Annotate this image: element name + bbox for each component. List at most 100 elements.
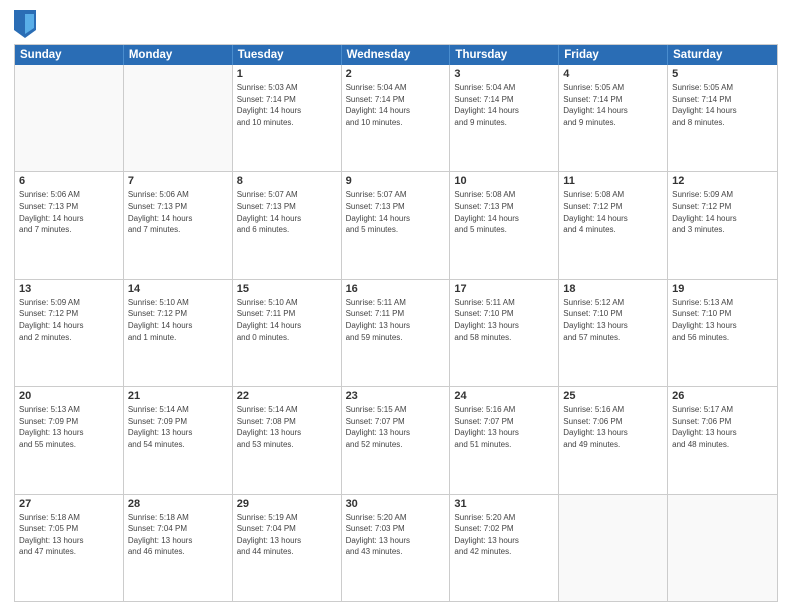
day-number: 31 bbox=[454, 498, 554, 510]
cal-cell-week4-day0: 20Sunrise: 5:13 AM Sunset: 7:09 PM Dayli… bbox=[15, 387, 124, 493]
cal-week-2: 6 Sunrise: 5:06 AM Sunset: 7:13 PM Daylig… bbox=[15, 172, 777, 279]
cal-week-3: 13 Sunrise: 5:09 AM Sunset: 7:12 PM Dayli… bbox=[15, 280, 777, 387]
cal-cell-week3-day3: 16Sunrise: 5:11 AM Sunset: 7:11 PM Dayli… bbox=[342, 280, 451, 386]
day-number: 10 bbox=[454, 175, 554, 187]
cal-cell-week1-day5: 4 Sunrise: 5:05 AM Sunset: 7:14 PM Daylig… bbox=[559, 65, 668, 171]
day-number: 15 bbox=[237, 283, 337, 295]
cal-week-5: 27Sunrise: 5:18 AM Sunset: 7:05 PM Dayli… bbox=[15, 495, 777, 601]
day-number: 23 bbox=[346, 390, 446, 402]
cal-cell-week5-day4: 31 Sunrise: 5:20 AM Sunset: 7:02 PM Dayli… bbox=[450, 495, 559, 601]
cal-cell-week1-day0 bbox=[15, 65, 124, 171]
cal-cell-week4-day2: 22 Sunrise: 5:14 AM Sunset: 7:08 PM Dayli… bbox=[233, 387, 342, 493]
day-info: Sunrise: 5:15 AM Sunset: 7:07 PM Dayligh… bbox=[346, 404, 446, 450]
cal-cell-week3-day6: 19 Sunrise: 5:13 AM Sunset: 7:10 PM Dayli… bbox=[668, 280, 777, 386]
day-number: 1 bbox=[237, 68, 337, 80]
day-number: 7 bbox=[128, 175, 228, 187]
day-info: Sunrise: 5:11 AM Sunset: 7:11 PM Dayligh… bbox=[346, 297, 446, 343]
cal-cell-week1-day4: 3 Sunrise: 5:04 AM Sunset: 7:14 PM Daylig… bbox=[450, 65, 559, 171]
day-info: Sunrise: 5:04 AM Sunset: 7:14 PM Dayligh… bbox=[454, 82, 554, 128]
day-info: Sunrise: 5:10 AM Sunset: 7:11 PM Dayligh… bbox=[237, 297, 337, 343]
day-number: 21 bbox=[128, 390, 228, 402]
day-number: 4 bbox=[563, 68, 663, 80]
day-number: 29 bbox=[237, 498, 337, 510]
cal-cell-week4-day1: 21 Sunrise: 5:14 AM Sunset: 7:09 PM Dayli… bbox=[124, 387, 233, 493]
header bbox=[14, 10, 778, 38]
cal-cell-week1-day1 bbox=[124, 65, 233, 171]
day-info: Sunrise: 5:14 AM Sunset: 7:09 PM Dayligh… bbox=[128, 404, 228, 450]
cal-header-monday: Monday bbox=[124, 45, 233, 65]
cal-cell-week2-day2: 8Sunrise: 5:07 AM Sunset: 7:13 PM Daylig… bbox=[233, 172, 342, 278]
day-info: Sunrise: 5:17 AM Sunset: 7:06 PM Dayligh… bbox=[672, 404, 773, 450]
day-number: 30 bbox=[346, 498, 446, 510]
day-info: Sunrise: 5:09 AM Sunset: 7:12 PM Dayligh… bbox=[19, 297, 119, 343]
cal-cell-week3-day2: 15 Sunrise: 5:10 AM Sunset: 7:11 PM Dayli… bbox=[233, 280, 342, 386]
cal-cell-week4-day4: 24 Sunrise: 5:16 AM Sunset: 7:07 PM Dayli… bbox=[450, 387, 559, 493]
day-number: 13 bbox=[19, 283, 119, 295]
day-number: 28 bbox=[128, 498, 228, 510]
page: SundayMondayTuesdayWednesdayThursdayFrid… bbox=[0, 0, 792, 612]
day-number: 3 bbox=[454, 68, 554, 80]
cal-cell-week2-day6: 12Sunrise: 5:09 AM Sunset: 7:12 PM Dayli… bbox=[668, 172, 777, 278]
day-info: Sunrise: 5:12 AM Sunset: 7:10 PM Dayligh… bbox=[563, 297, 663, 343]
cal-cell-week5-day0: 27Sunrise: 5:18 AM Sunset: 7:05 PM Dayli… bbox=[15, 495, 124, 601]
cal-cell-week2-day5: 11 Sunrise: 5:08 AM Sunset: 7:12 PM Dayli… bbox=[559, 172, 668, 278]
day-info: Sunrise: 5:14 AM Sunset: 7:08 PM Dayligh… bbox=[237, 404, 337, 450]
cal-cell-week5-day3: 30Sunrise: 5:20 AM Sunset: 7:03 PM Dayli… bbox=[342, 495, 451, 601]
day-info: Sunrise: 5:13 AM Sunset: 7:10 PM Dayligh… bbox=[672, 297, 773, 343]
cal-cell-week2-day4: 10 Sunrise: 5:08 AM Sunset: 7:13 PM Dayli… bbox=[450, 172, 559, 278]
cal-cell-week5-day1: 28 Sunrise: 5:18 AM Sunset: 7:04 PM Dayli… bbox=[124, 495, 233, 601]
cal-header-wednesday: Wednesday bbox=[342, 45, 451, 65]
day-number: 22 bbox=[237, 390, 337, 402]
cal-cell-week3-day1: 14 Sunrise: 5:10 AM Sunset: 7:12 PM Dayli… bbox=[124, 280, 233, 386]
day-number: 5 bbox=[672, 68, 773, 80]
cal-cell-week3-day4: 17Sunrise: 5:11 AM Sunset: 7:10 PM Dayli… bbox=[450, 280, 559, 386]
calendar: SundayMondayTuesdayWednesdayThursdayFrid… bbox=[14, 44, 778, 602]
day-number: 18 bbox=[563, 283, 663, 295]
cal-week-4: 20Sunrise: 5:13 AM Sunset: 7:09 PM Dayli… bbox=[15, 387, 777, 494]
day-info: Sunrise: 5:05 AM Sunset: 7:14 PM Dayligh… bbox=[563, 82, 663, 128]
day-info: Sunrise: 5:16 AM Sunset: 7:06 PM Dayligh… bbox=[563, 404, 663, 450]
cal-header-saturday: Saturday bbox=[668, 45, 777, 65]
cal-cell-week2-day1: 7 Sunrise: 5:06 AM Sunset: 7:13 PM Daylig… bbox=[124, 172, 233, 278]
day-number: 11 bbox=[563, 175, 663, 187]
cal-cell-week1-day6: 5 Sunrise: 5:05 AM Sunset: 7:14 PM Daylig… bbox=[668, 65, 777, 171]
day-info: Sunrise: 5:18 AM Sunset: 7:04 PM Dayligh… bbox=[128, 512, 228, 558]
cal-cell-week2-day0: 6 Sunrise: 5:06 AM Sunset: 7:13 PM Daylig… bbox=[15, 172, 124, 278]
day-number: 24 bbox=[454, 390, 554, 402]
day-number: 9 bbox=[346, 175, 446, 187]
cal-cell-week5-day6 bbox=[668, 495, 777, 601]
day-info: Sunrise: 5:08 AM Sunset: 7:12 PM Dayligh… bbox=[563, 189, 663, 235]
cal-cell-week1-day2: 1 Sunrise: 5:03 AM Sunset: 7:14 PM Daylig… bbox=[233, 65, 342, 171]
day-info: Sunrise: 5:18 AM Sunset: 7:05 PM Dayligh… bbox=[19, 512, 119, 558]
day-info: Sunrise: 5:20 AM Sunset: 7:02 PM Dayligh… bbox=[454, 512, 554, 558]
cal-header-friday: Friday bbox=[559, 45, 668, 65]
calendar-body: 1 Sunrise: 5:03 AM Sunset: 7:14 PM Daylig… bbox=[15, 65, 777, 601]
day-number: 6 bbox=[19, 175, 119, 187]
day-number: 17 bbox=[454, 283, 554, 295]
cal-cell-week5-day2: 29 Sunrise: 5:19 AM Sunset: 7:04 PM Dayli… bbox=[233, 495, 342, 601]
day-info: Sunrise: 5:10 AM Sunset: 7:12 PM Dayligh… bbox=[128, 297, 228, 343]
cal-header-tuesday: Tuesday bbox=[233, 45, 342, 65]
day-info: Sunrise: 5:06 AM Sunset: 7:13 PM Dayligh… bbox=[128, 189, 228, 235]
cal-header-thursday: Thursday bbox=[450, 45, 559, 65]
cal-cell-week5-day5 bbox=[559, 495, 668, 601]
day-number: 19 bbox=[672, 283, 773, 295]
day-number: 2 bbox=[346, 68, 446, 80]
day-info: Sunrise: 5:19 AM Sunset: 7:04 PM Dayligh… bbox=[237, 512, 337, 558]
calendar-header: SundayMondayTuesdayWednesdayThursdayFrid… bbox=[15, 45, 777, 65]
logo-icon bbox=[14, 10, 36, 38]
day-number: 25 bbox=[563, 390, 663, 402]
day-info: Sunrise: 5:06 AM Sunset: 7:13 PM Dayligh… bbox=[19, 189, 119, 235]
cal-cell-week4-day5: 25 Sunrise: 5:16 AM Sunset: 7:06 PM Dayli… bbox=[559, 387, 668, 493]
day-number: 26 bbox=[672, 390, 773, 402]
day-number: 8 bbox=[237, 175, 337, 187]
cal-week-1: 1 Sunrise: 5:03 AM Sunset: 7:14 PM Daylig… bbox=[15, 65, 777, 172]
day-info: Sunrise: 5:08 AM Sunset: 7:13 PM Dayligh… bbox=[454, 189, 554, 235]
day-info: Sunrise: 5:04 AM Sunset: 7:14 PM Dayligh… bbox=[346, 82, 446, 128]
day-number: 14 bbox=[128, 283, 228, 295]
day-info: Sunrise: 5:03 AM Sunset: 7:14 PM Dayligh… bbox=[237, 82, 337, 128]
day-info: Sunrise: 5:13 AM Sunset: 7:09 PM Dayligh… bbox=[19, 404, 119, 450]
day-info: Sunrise: 5:05 AM Sunset: 7:14 PM Dayligh… bbox=[672, 82, 773, 128]
cal-cell-week4-day3: 23 Sunrise: 5:15 AM Sunset: 7:07 PM Dayli… bbox=[342, 387, 451, 493]
day-info: Sunrise: 5:16 AM Sunset: 7:07 PM Dayligh… bbox=[454, 404, 554, 450]
